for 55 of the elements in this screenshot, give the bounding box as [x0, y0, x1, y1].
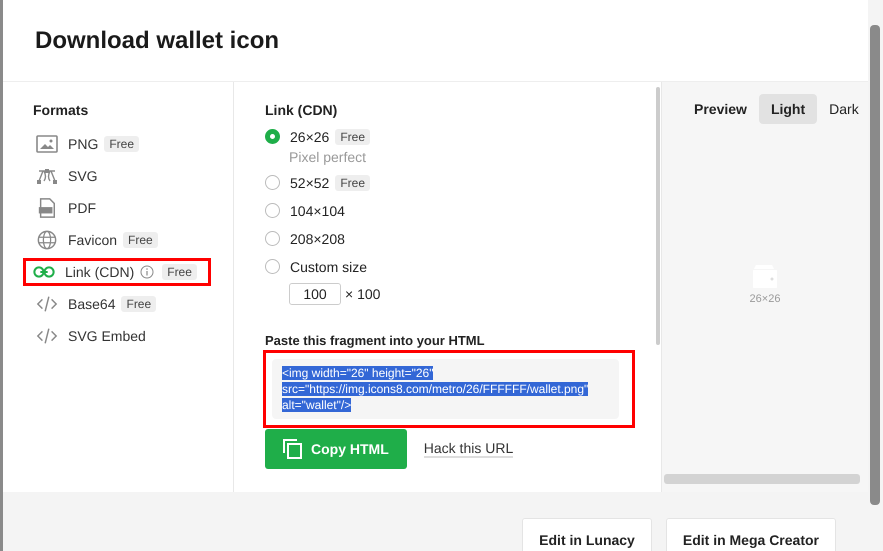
format-item[interactable]: Base64 Free [23, 290, 211, 318]
free-tag: Free [123, 232, 158, 248]
format-item[interactable]: PNG Free [23, 130, 211, 158]
format-label: SVG Embed [68, 328, 146, 344]
size-label: 104×104 [290, 202, 345, 218]
format-item[interactable]: PDF [23, 194, 211, 222]
size-suffix: × 100 [345, 286, 380, 302]
theme-tab[interactable]: Light [758, 94, 818, 124]
format-item[interactable]: Favicon Free [23, 226, 211, 254]
section-heading: Link (CDN) [265, 102, 338, 118]
dialog-title: Download wallet icon [35, 26, 280, 54]
wallet-icon [752, 263, 778, 289]
code-icon [36, 326, 58, 346]
section-heading: Paste this fragment into your HTML [265, 333, 486, 348]
free-tag: Free [335, 128, 370, 144]
radio-button[interactable] [265, 203, 280, 218]
format-label: Link (CDN) [65, 264, 134, 280]
radio-button[interactable] [265, 259, 280, 274]
scrollbar-thumb[interactable] [870, 25, 880, 505]
globe-icon [36, 230, 58, 250]
code-snippet[interactable]: <img width="26" height="26" src="https://img.icons8.com/metro/26/FFFFFF/wallet.png" alt="wallet"/> [272, 359, 619, 419]
format-label: PNG [68, 136, 98, 152]
copy-icon [283, 439, 303, 459]
format-item[interactable]: SVG [23, 162, 211, 190]
section-heading: Formats [33, 102, 90, 118]
format-label: Favicon [68, 232, 118, 248]
size-input[interactable]: 100 [289, 283, 341, 305]
radio-button[interactable] [265, 129, 280, 144]
free-tag: Free [121, 296, 156, 312]
format-item[interactable]: SVG Embed [23, 322, 211, 350]
size-note: Pixel perfect [289, 149, 368, 165]
format-item[interactable]: Link (CDN) Free [23, 258, 211, 286]
code-icon [36, 294, 58, 314]
format-label: PDF [68, 200, 96, 216]
free-tag: Free [335, 174, 370, 190]
free-tag: Free [162, 264, 197, 280]
format-label: SVG [68, 168, 98, 184]
free-tag: Free [104, 136, 140, 152]
size-caption: 26×26 [750, 293, 780, 305]
preview-label: Preview [694, 101, 747, 117]
hack-url-link[interactable]: Hack this URL [424, 440, 514, 458]
pdf-file-icon [36, 198, 58, 218]
theme-tab[interactable]: Dark [817, 94, 871, 124]
radio-button[interactable] [265, 175, 280, 190]
editor-button[interactable]: Edit in Mega Creator [666, 518, 836, 551]
size-label: 208×208 [290, 230, 345, 246]
size-label: 26×26 [290, 128, 330, 144]
format-label: Base64 [68, 296, 116, 312]
vector-icon [36, 166, 58, 186]
size-label: 52×52 [290, 174, 330, 190]
image-icon [36, 134, 58, 154]
size-label: Custom size [290, 258, 368, 274]
scrollbar[interactable] [664, 474, 860, 484]
editor-button[interactable]: Edit in Lunacy [522, 518, 652, 551]
radio-button[interactable] [265, 231, 280, 246]
